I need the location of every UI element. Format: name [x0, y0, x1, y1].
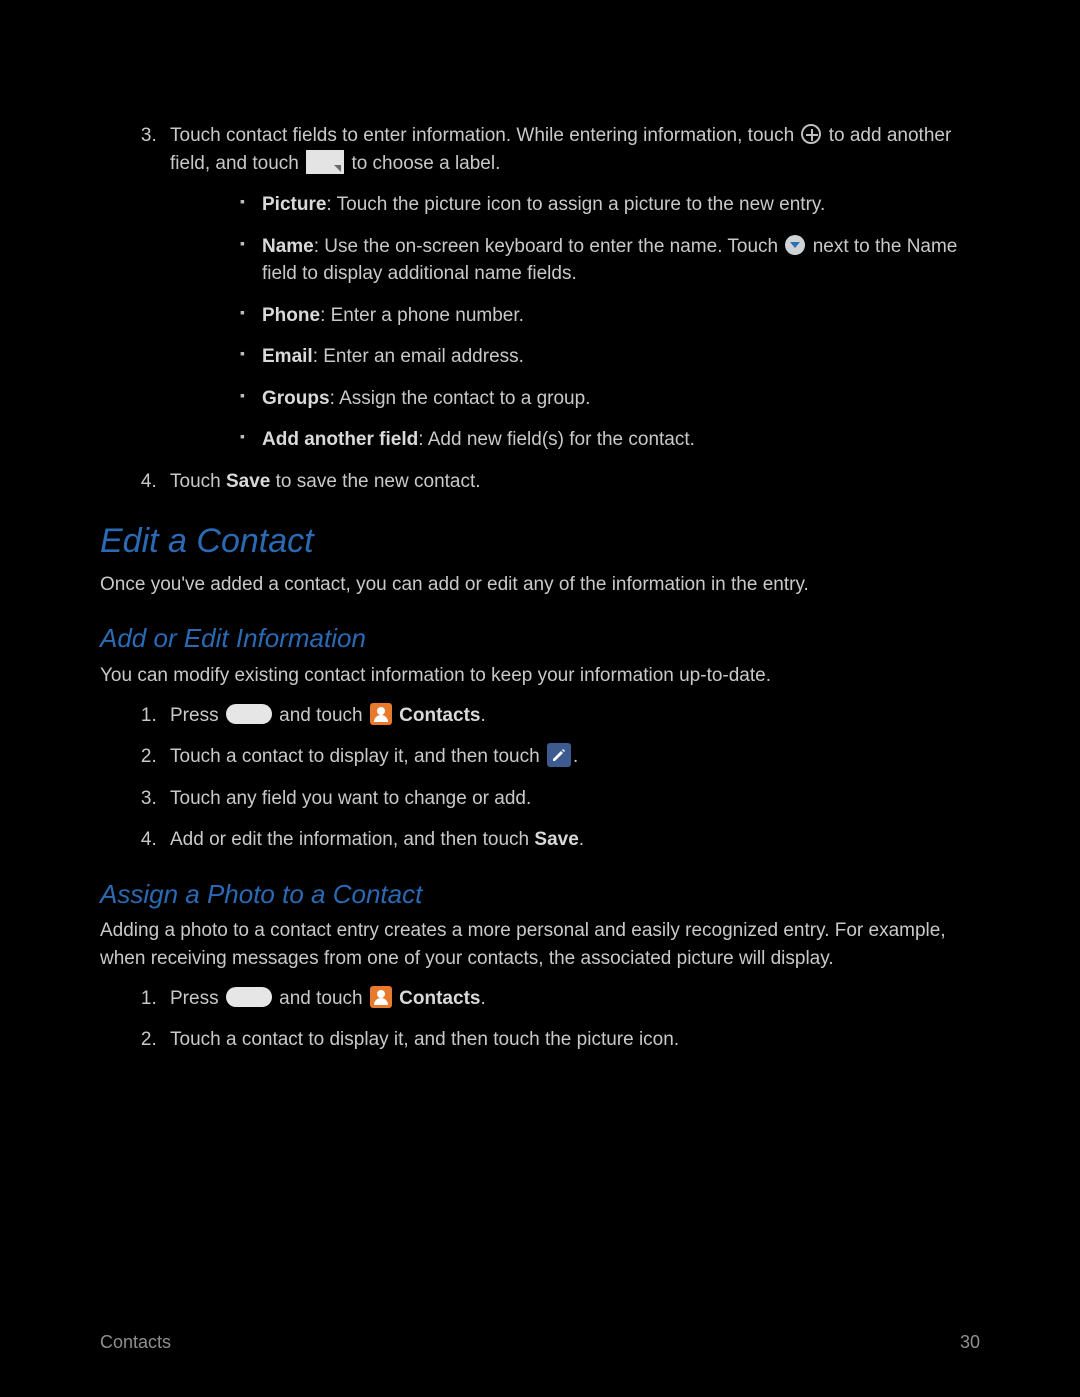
text: Touch a contact to display it, and then … [170, 746, 545, 767]
text: . [480, 705, 485, 726]
bullet-groups: Groups: Assign the contact to a group. [240, 385, 980, 413]
label: Picture [262, 194, 326, 215]
sub-bullets: Picture: Touch the picture icon to assig… [170, 191, 980, 454]
text: to save the new contact. [270, 471, 480, 492]
home-button-icon [226, 987, 272, 1007]
label: Add another field [262, 429, 418, 450]
text: : Use the on-screen keyboard to enter th… [314, 236, 784, 257]
steps-list-continued: Touch contact fields to enter informatio… [100, 122, 980, 495]
photo-steps: Press and touch Contacts. Touch a contac… [100, 985, 980, 1054]
contacts-label: Contacts [399, 705, 480, 726]
home-button-icon [226, 704, 272, 724]
paragraph: You can modify existing contact informat… [100, 662, 980, 690]
heading-add-edit-info: Add or Edit Information [100, 620, 980, 658]
paragraph: Once you've added a contact, you can add… [100, 571, 980, 599]
label: Phone [262, 305, 320, 326]
save-label: Save [226, 471, 270, 492]
bullet-email: Email: Enter an email address. [240, 343, 980, 371]
footer-page-number: 30 [960, 1329, 980, 1355]
text: Touch [170, 471, 226, 492]
paragraph: Adding a photo to a contact entry create… [100, 917, 980, 972]
step-a1: Press and touch Contacts. [162, 702, 980, 730]
text: . [573, 746, 578, 767]
heading-assign-photo: Assign a Photo to a Contact [100, 876, 980, 914]
text: . [480, 988, 485, 1009]
label: Email [262, 346, 313, 367]
step-p1: Press and touch Contacts. [162, 985, 980, 1013]
label-dropdown-icon [306, 150, 344, 174]
plus-icon [801, 124, 821, 144]
edit-icon [547, 743, 571, 767]
contacts-icon [370, 986, 392, 1008]
step-a2: Touch a contact to display it, and then … [162, 743, 980, 771]
label: Groups [262, 388, 330, 409]
footer-section: Contacts [100, 1329, 171, 1355]
save-label: Save [534, 829, 578, 850]
label: Name [262, 236, 314, 257]
text: Add or edit the information, and then to… [170, 829, 534, 850]
text: : Enter a phone number. [320, 305, 524, 326]
chevron-down-icon [785, 235, 805, 255]
text: : Assign the contact to a group. [330, 388, 591, 409]
add-edit-steps: Press and touch Contacts. Touch a contac… [100, 702, 980, 854]
contacts-label: Contacts [399, 988, 480, 1009]
step-a4: Add or edit the information, and then to… [162, 826, 980, 854]
bullet-add-field: Add another field: Add new field(s) for … [240, 426, 980, 454]
step-p2: Touch a contact to display it, and then … [162, 1026, 980, 1054]
text: Touch contact fields to enter informatio… [170, 125, 799, 146]
bullet-name: Name: Use the on-screen keyboard to ente… [240, 233, 980, 288]
bullet-phone: Phone: Enter a phone number. [240, 302, 980, 330]
text: Press [170, 705, 224, 726]
document-page: Touch contact fields to enter informatio… [0, 0, 1080, 1397]
text: . [579, 829, 584, 850]
step-a3: Touch any field you want to change or ad… [162, 785, 980, 813]
page-footer: Contacts 30 [100, 1329, 980, 1355]
contacts-icon [370, 703, 392, 725]
bullet-picture: Picture: Touch the picture icon to assig… [240, 191, 980, 219]
text: Press [170, 988, 224, 1009]
text: and touch [279, 988, 368, 1009]
text: : Enter an email address. [313, 346, 524, 367]
text: : Touch the picture icon to assign a pic… [326, 194, 825, 215]
step-3: Touch contact fields to enter informatio… [162, 122, 980, 454]
text: : Add new field(s) for the contact. [418, 429, 695, 450]
heading-edit-contact: Edit a Contact [100, 517, 980, 566]
step-4: Touch Save to save the new contact. [162, 468, 980, 496]
text: and touch [279, 705, 368, 726]
text: to choose a label. [351, 153, 500, 174]
